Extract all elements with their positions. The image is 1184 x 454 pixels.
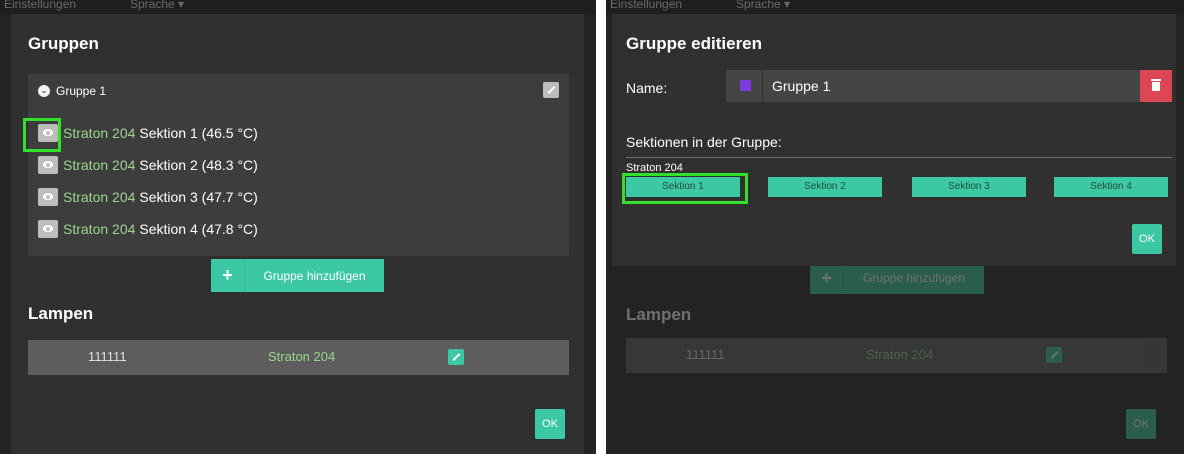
highlight-box bbox=[622, 173, 748, 204]
edit-lamp-button[interactable] bbox=[448, 349, 464, 365]
section-row: Straton 204 Sektion 3 (47.7 °C) bbox=[38, 186, 258, 208]
edit-lamp-button bbox=[1046, 347, 1062, 363]
section-toggle-4[interactable]: Sektion 4 bbox=[1054, 177, 1168, 197]
lamp-id: 111111 bbox=[88, 349, 127, 364]
section-row: Straton 204 Sektion 2 (48.3 °C) bbox=[38, 154, 258, 176]
group-name: Gruppe 1 bbox=[56, 84, 107, 98]
section-row: Straton 204 Sektion 1 (46.5 °C) bbox=[38, 122, 258, 144]
lamp-row: 111111 Straton 204 bbox=[28, 340, 569, 375]
lamps-title: Lampen bbox=[28, 304, 94, 323]
color-picker-swatch[interactable] bbox=[740, 80, 751, 91]
edit-group-panel: Einstellungen Sprache ▾ + Gruppe hinzufü… bbox=[606, 0, 1184, 454]
section-label: Sektion 3 (47.7 °C) bbox=[139, 189, 258, 205]
divider bbox=[762, 70, 763, 102]
section-toggle-2[interactable]: Sektion 2 bbox=[768, 177, 882, 197]
menubar: Einstellungen Sprache ▾ bbox=[0, 0, 596, 14]
plus-icon: + bbox=[810, 262, 844, 294]
section-row: Straton 204 Sektion 4 (47.8 °C) bbox=[38, 218, 258, 240]
ok-button[interactable]: OK bbox=[535, 409, 565, 439]
name-field-group bbox=[726, 70, 1172, 102]
groups-modal: Gruppen ⌄ Gruppe 1 Straton 204 Sektion 1… bbox=[11, 14, 584, 454]
eye-icon[interactable] bbox=[38, 188, 58, 206]
lamp-location: Straton 204 bbox=[268, 349, 336, 364]
add-group-button: + Gruppe hinzufügen bbox=[810, 262, 984, 294]
eye-icon[interactable] bbox=[38, 156, 58, 174]
section-label: Sektion 2 (48.3 °C) bbox=[139, 157, 258, 173]
section-label: Sektion 4 (47.8 °C) bbox=[139, 221, 258, 237]
edit-group-dialog: Gruppe editieren Name: Sektionen in der … bbox=[612, 14, 1176, 266]
trash-icon[interactable] bbox=[1140, 70, 1172, 102]
lamps-title: Lampen bbox=[626, 305, 692, 324]
edit-group-button[interactable] bbox=[543, 82, 559, 98]
highlight-box bbox=[23, 118, 61, 152]
menu-settings[interactable]: Einstellungen bbox=[4, 0, 76, 10]
add-group-button[interactable]: + Gruppe hinzufügen bbox=[211, 259, 384, 292]
menu-language[interactable]: Sprache ▾ bbox=[130, 0, 184, 10]
add-group-label: Gruppe hinzufügen bbox=[862, 271, 966, 285]
divider bbox=[626, 157, 1172, 158]
dialog-title: Gruppe editieren bbox=[626, 34, 763, 53]
name-input[interactable] bbox=[772, 70, 1132, 102]
group-card: ⌄ Gruppe 1 Straton 204 Sektion 1 (46.5 °… bbox=[28, 74, 569, 256]
group-header[interactable]: ⌄ Gruppe 1 bbox=[38, 84, 106, 98]
lamp-id: 111111 bbox=[686, 347, 725, 362]
section-lamp: Straton 204 bbox=[63, 221, 136, 237]
chevron-down-icon: ⌄ bbox=[38, 85, 50, 97]
name-label: Name: bbox=[626, 80, 668, 96]
lamp-location: Straton 204 bbox=[866, 347, 934, 362]
plus-icon: + bbox=[211, 259, 245, 292]
ok-button[interactable]: OK bbox=[1132, 224, 1162, 254]
modal-title: Gruppen bbox=[28, 34, 99, 53]
sections-label: Sektionen in der Gruppe: bbox=[626, 134, 782, 150]
ok-button: OK bbox=[1126, 409, 1156, 439]
section-lamp: Straton 204 bbox=[63, 125, 136, 141]
section-lamp: Straton 204 bbox=[63, 189, 136, 205]
section-toggle-3[interactable]: Sektion 3 bbox=[912, 177, 1026, 197]
section-lamp: Straton 204 bbox=[63, 157, 136, 173]
lamp-row: 111111 Straton 204 bbox=[626, 338, 1167, 373]
add-group-label: Gruppe hinzufügen bbox=[263, 268, 366, 283]
section-label: Sektion 1 (46.5 °C) bbox=[139, 125, 258, 141]
eye-icon[interactable] bbox=[38, 220, 58, 238]
groups-panel: Einstellungen Sprache ▾ Gruppen ⌄ Gruppe… bbox=[0, 0, 596, 454]
